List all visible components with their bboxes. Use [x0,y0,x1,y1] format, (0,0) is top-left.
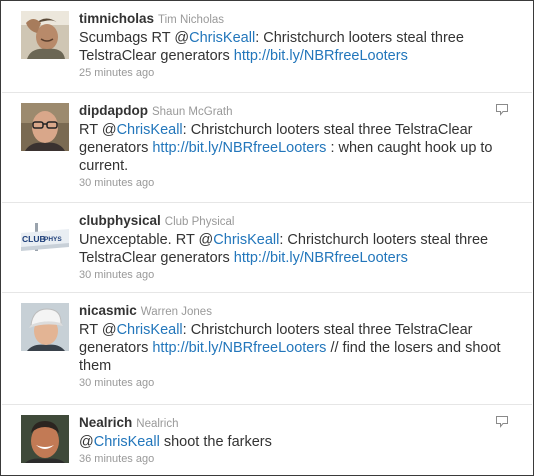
tweet-text-middle: shoot the farkers [159,434,272,450]
screen-name[interactable]: Nealrich [79,415,132,430]
screen-name[interactable]: nicasmic [79,303,137,318]
tweet-item[interactable]: timnicholas Tim Nicholas Scumbags RT @Chr… [2,1,532,93]
tweet-item[interactable]: nicasmic Warren Jones RT @ChrisKeall: Chr… [2,293,532,405]
url-link[interactable]: http://bit.ly/NBRfreeLooters [234,250,408,266]
mention-link[interactable]: ChrisKeall [94,434,160,450]
mention-link[interactable]: ChrisKeall [117,122,183,138]
tweet-text-start: Scumbags RT @ [79,30,190,46]
tweet-text-start: Unexceptable. RT @ [79,232,214,248]
tweet-text: RT @ChrisKeall: Christchurch looters ste… [79,121,502,175]
full-name: Warren Jones [140,306,212,318]
tweet-text: Unexceptable. RT @ChrisKeall: Christchur… [79,231,502,267]
avatar[interactable] [21,11,69,59]
url-link[interactable]: http://bit.ly/NBRfreeLooters [152,340,326,356]
tweet-text-start: RT @ [79,322,117,338]
tweet-timeline: timnicholas Tim Nicholas Scumbags RT @Chr… [0,0,534,476]
timestamp[interactable]: 36 minutes ago [79,452,502,466]
tweet-text: Scumbags RT @ChrisKeall: Christchurch lo… [79,29,502,65]
club-physical-logo-text: CLUB [22,234,46,244]
avatar[interactable] [21,103,69,151]
screen-name[interactable]: dipdapdop [79,103,148,118]
url-link[interactable]: http://bit.ly/NBRfreeLooters [152,140,326,156]
tweet-item[interactable]: CLUB PHYS clubphysical Club Physical Unex… [2,203,532,293]
screen-name[interactable]: clubphysical [79,213,161,228]
full-name: Shaun McGrath [151,106,233,118]
tweet-item[interactable]: Nealrich Nealrich @ChrisKeall shoot the f… [2,405,532,475]
tweet-text: RT @ChrisKeall: Christchurch looters ste… [79,321,502,375]
mention-link[interactable]: ChrisKeall [189,30,255,46]
tweet-text: @ChrisKeall shoot the farkers [79,433,502,451]
screen-name[interactable]: timnicholas [79,11,154,26]
timestamp[interactable]: 30 minutes ago [79,176,502,190]
timestamp[interactable]: 30 minutes ago [79,376,502,390]
timestamp[interactable]: 25 minutes ago [79,66,502,80]
url-link[interactable]: http://bit.ly/NBRfreeLooters [234,48,408,64]
avatar[interactable]: CLUB PHYS [21,213,69,261]
full-name: Club Physical [164,216,235,228]
timestamp[interactable]: 30 minutes ago [79,268,502,282]
avatar[interactable] [21,303,69,351]
full-name: Tim Nicholas [158,14,225,26]
tweet-item[interactable]: dipdapdop Shaun McGrath RT @ChrisKeall: C… [2,93,532,203]
avatar[interactable] [21,415,69,463]
svg-text:PHYS: PHYS [44,236,62,243]
full-name: Nealrich [136,418,179,430]
tweet-text-start: @ [79,434,94,450]
mention-link[interactable]: ChrisKeall [117,322,183,338]
tweet-text-start: RT @ [79,122,117,138]
mention-link[interactable]: ChrisKeall [213,232,279,248]
